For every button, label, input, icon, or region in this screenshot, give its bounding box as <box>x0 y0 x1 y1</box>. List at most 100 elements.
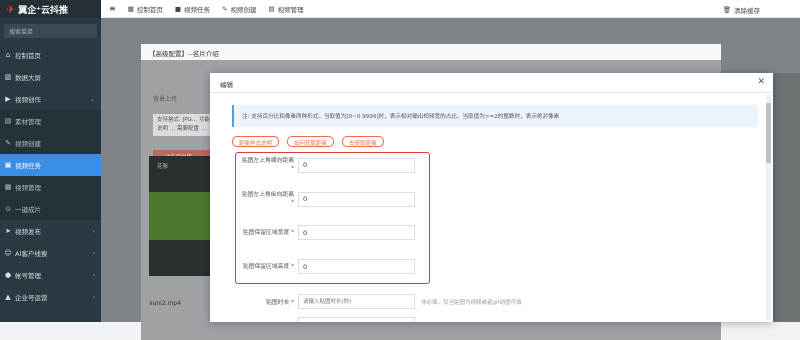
tab-video-task[interactable]: ■ 视频任务 <box>175 4 210 14</box>
sidebar: ✈ 翼企⁺云抖推 搜索菜单 ⌂ 控制首页 ▥ 数据大屏 ▶ 视频创作 ⌄ ▤ 素… <box>0 0 101 322</box>
clear-cache-label: 清除缓存 <box>734 5 760 15</box>
sidebar-item-label: 视频管理 <box>15 182 41 192</box>
sidebar-item-label: 一键成片 <box>15 204 41 214</box>
sidebar-item-home[interactable]: ⌂ 控制首页 <box>0 44 101 66</box>
required-mark: * <box>291 264 294 270</box>
field-label-text: 贴图保留区域高度 <box>243 264 289 270</box>
chevron-left-icon: ‹ <box>93 228 95 235</box>
modal-scrollbar[interactable] <box>766 95 771 320</box>
sidebar-item-video-publish[interactable]: ➤ 视频发布 ‹ <box>0 220 101 242</box>
tab-label: 视频管理 <box>278 4 304 14</box>
field-row-duration: 贴图时长 * 非必填，仅当贴图为视频或者gif动图可填 <box>238 294 521 309</box>
field-row-height: 贴图保留区域高度 * <box>238 259 415 274</box>
company-icon: ▲ <box>4 293 12 301</box>
chevron-left-icon: ‹ <box>93 294 95 301</box>
overlay-right <box>773 73 800 322</box>
folder-icon: ▤ <box>4 117 12 125</box>
trash-icon: 🗑 <box>723 6 731 14</box>
field-label-text: 贴图时长 <box>266 300 289 306</box>
sidebar-item-label: 企业号运营 <box>15 292 48 302</box>
sidebar-item-label: 帐号管理 <box>15 270 41 280</box>
required-mark: * <box>291 200 294 206</box>
modal-header: 编辑 ✕ <box>210 73 773 93</box>
close-icon[interactable]: ✕ <box>757 77 765 87</box>
play-icon: ✎ <box>4 139 12 147</box>
tab-background-upload[interactable]: 背景上传 <box>153 94 177 103</box>
chart-icon: ▥ <box>4 73 12 81</box>
sidebar-item-video-manage[interactable]: ▦ 视频管理 <box>0 176 101 198</box>
field-label: 贴图左上角横向距离 * <box>238 157 294 173</box>
sidebar-item-account[interactable]: ● 帐号管理 ‹ <box>0 264 101 286</box>
format-hint: 支持格式: JPG… 功能说明 … 需要配置 … <box>153 114 217 136</box>
bookmark-icon: ■ <box>175 5 181 13</box>
sidebar-item-material[interactable]: ▤ 素材管理 <box>0 110 101 132</box>
sidebar-item-label: 控制首页 <box>15 50 41 60</box>
tab-home[interactable]: ▦ 控制首页 <box>128 4 163 14</box>
tab-video-create[interactable]: ✎ 视频创建 <box>222 4 256 14</box>
home-icon: ⌂ <box>4 51 12 59</box>
next-field-input[interactable] <box>298 317 415 322</box>
account-icon: ● <box>4 271 12 279</box>
tab-label: 控制首页 <box>137 4 163 14</box>
field-label-text: 贴图左上角纵向距离 <box>242 192 294 198</box>
sticker-y-input[interactable] <box>298 192 415 207</box>
sidebar-item-label: AI客户线索 <box>15 248 47 258</box>
tab-label: 视频任务 <box>184 4 210 14</box>
sidebar-item-video-task[interactable]: ▣ 视频任务 <box>0 154 101 176</box>
sidebar-item-label: 视频发布 <box>15 226 41 236</box>
how-to-get-distance-button[interactable]: 如何获取距离 <box>287 136 334 147</box>
sidebar-item-video-creation[interactable]: ▶ 视频创作 ⌄ <box>0 88 101 110</box>
video-preview <box>149 192 215 240</box>
sticker-width-input[interactable] <box>298 225 415 240</box>
required-mark: * <box>291 166 294 172</box>
dashboard-icon: ▦ <box>128 5 134 13</box>
sidebar-item-enterprise[interactable]: ▲ 企业号运营 ‹ <box>0 286 101 308</box>
field-label: 贴图时长 * <box>238 297 294 306</box>
scrollbar-thumb[interactable] <box>766 103 771 163</box>
film-icon: ▦ <box>4 183 12 191</box>
menu-search-input[interactable]: 搜索菜单 <box>4 24 97 38</box>
chevron-left-icon: ‹ <box>93 250 95 257</box>
sidebar-item-data-screen[interactable]: ▥ 数据大屏 <box>0 66 101 88</box>
menu-toggle-icon[interactable]: ≡ <box>109 4 116 13</box>
sidebar-item-one-click[interactable]: ⊙ 一键成片 <box>0 198 101 220</box>
field-row-y: 贴图左上角纵向距离 * <box>238 191 415 207</box>
video-label: 花絮 <box>149 156 215 176</box>
logo-mark-icon: ✈ <box>6 3 15 16</box>
sidebar-item-video-create[interactable]: ✎ 视频创建 <box>0 132 101 154</box>
get-distance-button[interactable]: 去获取距离 <box>342 136 384 147</box>
video-icon: ▶ <box>4 95 12 103</box>
distance-style-button[interactable]: 距离样式说明 <box>232 136 279 147</box>
required-mark: * <box>291 230 294 236</box>
video-filename: xuni2.mp4 <box>149 300 181 307</box>
send-icon: ➤ <box>4 227 12 235</box>
sidebar-item-ai-leads[interactable]: ☺ AI客户线索 ‹ <box>0 242 101 264</box>
sidebar-item-label: 素材管理 <box>15 116 41 126</box>
help-buttons: 距离样式说明 如何获取距离 去获取距离 <box>232 136 384 147</box>
modal-title: 编辑 <box>220 81 233 89</box>
grid-icon: ▤ <box>268 5 274 13</box>
field-row-x: 贴图左上角横向距离 * <box>238 157 415 173</box>
sidebar-item-label: 数据大屏 <box>15 72 41 82</box>
tab-video-manage[interactable]: ▤ 视频管理 <box>268 4 303 14</box>
video-thumbnail[interactable]: 花絮 <box>149 156 215 276</box>
circle-icon: ⊙ <box>4 205 12 213</box>
clear-cache-button[interactable]: 🗑 清除缓存 <box>723 5 760 15</box>
top-navbar: ≡ ▦ 控制首页 ■ 视频任务 ✎ 视频创建 ▤ 视频管理 🗑 清除缓存 <box>101 0 800 18</box>
task-icon: ▣ <box>4 161 12 169</box>
logo-text: 翼企⁺云抖推 <box>18 3 68 16</box>
field-label: 贴图左上角纵向距离 * <box>238 191 294 207</box>
chevron-left-icon: ‹ <box>93 272 95 279</box>
edit-modal: 编辑 ✕ 注: 支持百分比和像素两种形式。当取值为[0~0.9999]时，表示相… <box>210 73 773 322</box>
chevron-down-icon: ⌄ <box>90 96 95 103</box>
sticker-height-input[interactable] <box>298 259 415 274</box>
field-row-width: 贴图保留区域宽度 * <box>238 225 415 240</box>
sidebar-item-label: 视频创作 <box>15 94 41 104</box>
duration-description: 非必填，仅当贴图为视频或者gif动图可填 <box>421 298 521 306</box>
sticker-duration-input[interactable] <box>298 294 415 309</box>
field-label: 贴图保留区域宽度 * <box>238 229 294 237</box>
pencil-icon: ✎ <box>222 5 227 13</box>
app-logo[interactable]: ✈ 翼企⁺云抖推 <box>0 0 101 18</box>
sidebar-item-label: 视频创建 <box>15 138 41 148</box>
sticker-x-input[interactable] <box>298 158 415 173</box>
